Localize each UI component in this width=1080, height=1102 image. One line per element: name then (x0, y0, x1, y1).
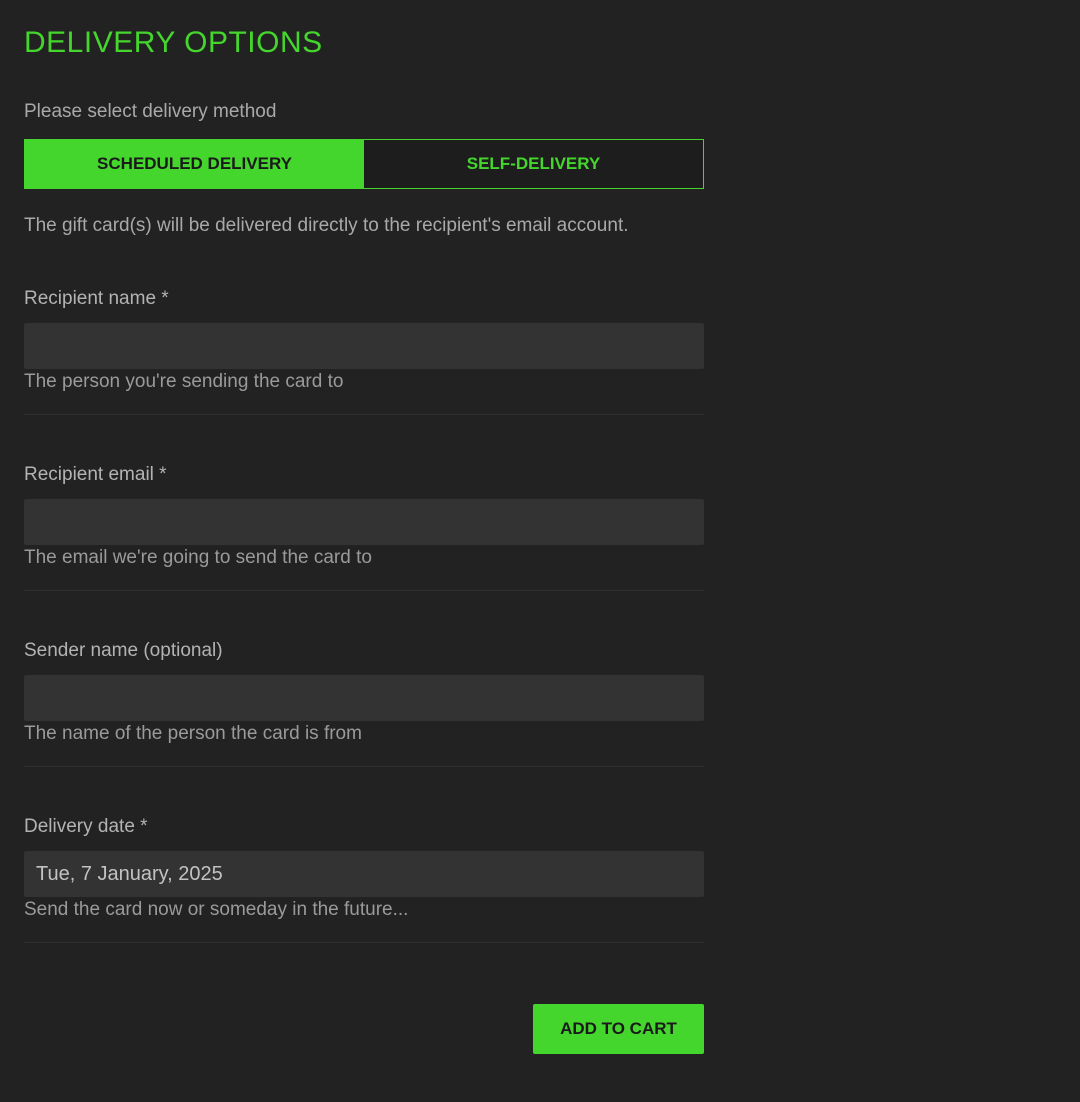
delivery-method-prompt: Please select delivery method (24, 101, 277, 122)
sender-name-input[interactable] (24, 675, 704, 721)
recipient-email-input[interactable] (24, 499, 704, 545)
recipient-email-label: Recipient email * (24, 464, 167, 485)
recipient-name-input[interactable] (24, 323, 704, 369)
delivery-date-help: Send the card now or someday in the futu… (24, 899, 409, 920)
field-divider (24, 590, 704, 591)
sender-name-label: Sender name (optional) (24, 640, 223, 661)
self-delivery-button[interactable]: SELF-DELIVERY (364, 140, 703, 188)
scheduled-delivery-button[interactable]: SCHEDULED DELIVERY (25, 140, 364, 188)
field-divider (24, 942, 704, 943)
page-title: DELIVERY OPTIONS (24, 26, 323, 59)
field-divider (24, 414, 704, 415)
delivery-info-text: The gift card(s) will be delivered direc… (24, 215, 629, 236)
field-divider (24, 766, 704, 767)
recipient-name-label: Recipient name * (24, 288, 169, 309)
recipient-email-help: The email we're going to send the card t… (24, 547, 372, 568)
delivery-date-input[interactable] (24, 851, 704, 897)
delivery-date-label: Delivery date * (24, 816, 148, 837)
delivery-method-toggle: SCHEDULED DELIVERY SELF-DELIVERY (24, 139, 704, 189)
sender-name-help: The name of the person the card is from (24, 723, 362, 744)
add-to-cart-button[interactable]: ADD TO CART (533, 1004, 704, 1054)
recipient-name-help: The person you're sending the card to (24, 371, 344, 392)
